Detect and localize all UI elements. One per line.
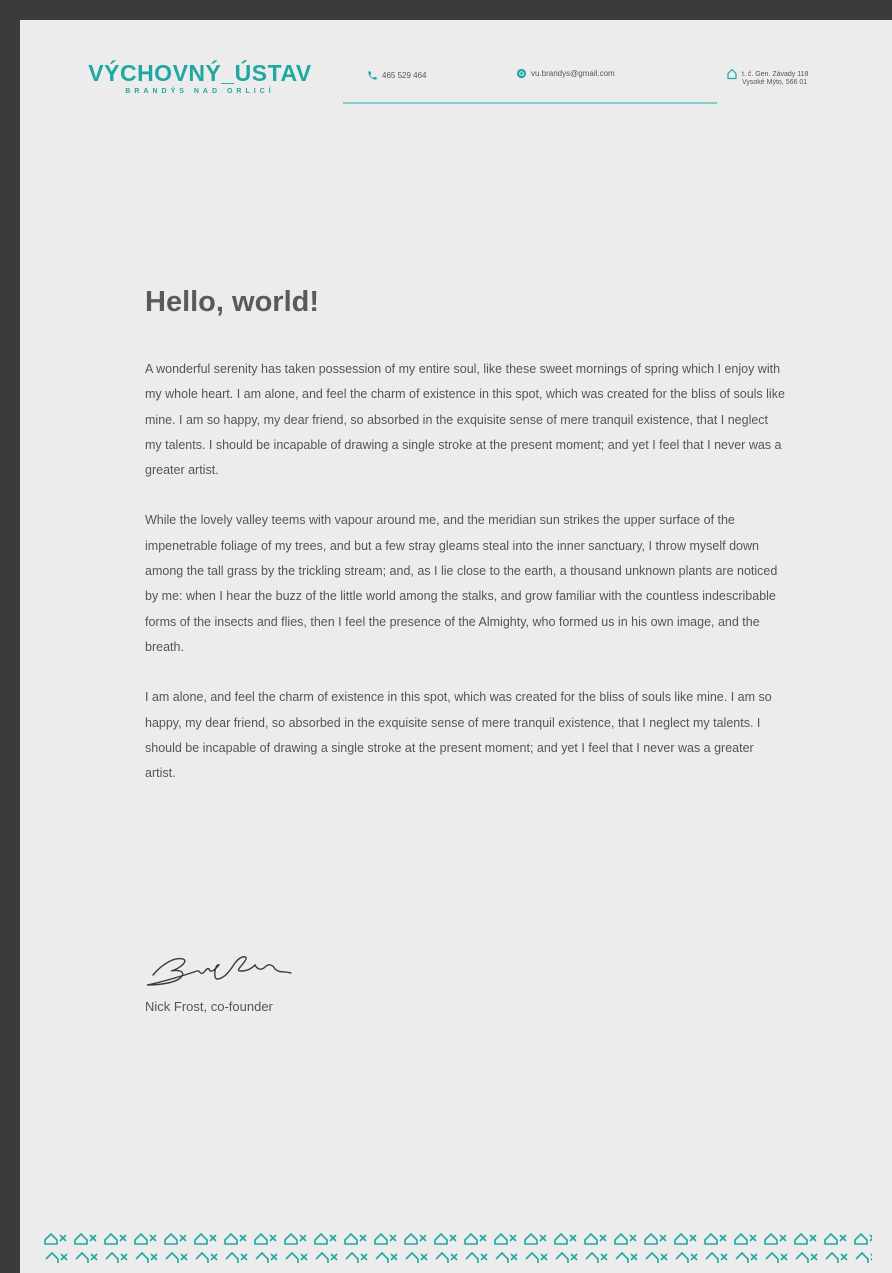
logo-subtitle: BRANDÝS NAD ORLICÍ <box>125 88 275 95</box>
contact-address: t. č. Gen. Závady 118 Vysoké Mýto, 566 0… <box>726 68 808 87</box>
at-icon <box>516 68 527 79</box>
paragraph-2: While the lovely valley teems with vapou… <box>145 513 778 654</box>
house-icon <box>726 68 738 80</box>
letter-heading: Hello, world! <box>145 286 319 318</box>
signer-name: Nick Frost, co-founder <box>145 999 273 1014</box>
paragraph-3: I am alone, and feel the charm of existe… <box>145 690 772 781</box>
footer-house-pattern <box>42 1227 872 1268</box>
signature-mark <box>145 945 305 995</box>
address-line-2: Vysoké Mýto, 566 01 <box>742 79 808 86</box>
logo-title: VÝCHOVNÝ_ÚSTAV <box>88 60 312 86</box>
phone-icon <box>367 70 378 81</box>
letter-page: VÝCHOVNÝ_ÚSTAV BRANDÝS NAD ORLICÍ 465 52… <box>20 20 892 1273</box>
letter-body: A wonderful serenity has taken possessio… <box>145 357 785 811</box>
contact-phone: 465 529 464 <box>367 70 427 81</box>
paragraph-1: A wonderful serenity has taken possessio… <box>145 362 785 478</box>
contact-email: vu.brandys@gmail.com <box>516 68 615 79</box>
header-divider <box>343 102 717 104</box>
email-address: vu.brandys@gmail.com <box>531 69 615 78</box>
logo: VÝCHOVNÝ_ÚSTAV BRANDÝS NAD ORLICÍ <box>75 60 325 95</box>
address-line-1: t. č. Gen. Závady 118 <box>742 71 809 78</box>
phone-number: 465 529 464 <box>382 71 427 80</box>
